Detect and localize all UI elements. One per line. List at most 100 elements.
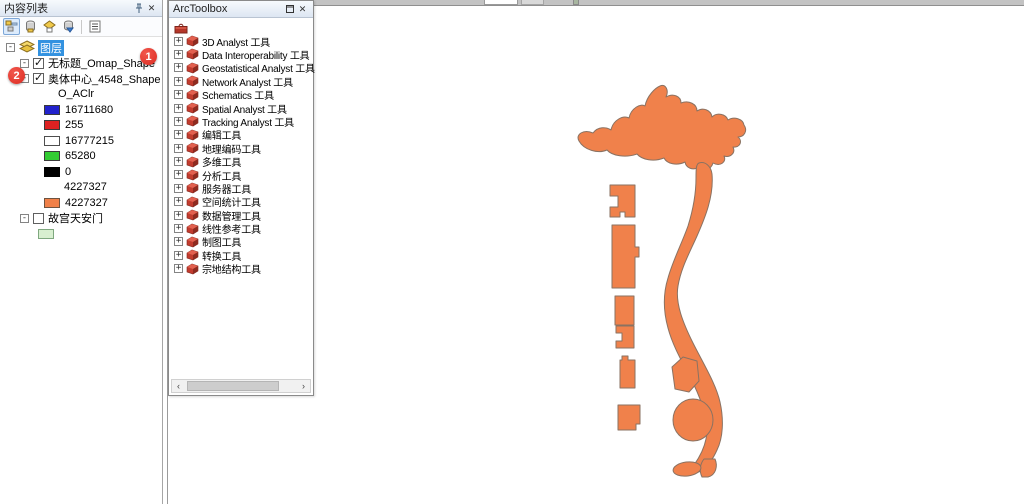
toc-label[interactable]: 图层: [38, 40, 64, 56]
legend-swatch[interactable]: [44, 105, 60, 115]
toolbox-item[interactable]: +Tracking Analyst 工具: [169, 115, 313, 128]
expander-icon[interactable]: +: [174, 170, 183, 179]
legend-swatch[interactable]: [44, 167, 60, 177]
legend-swatch[interactable]: [44, 198, 60, 208]
expander-icon[interactable]: -: [20, 59, 29, 68]
toc-label[interactable]: 16777215: [65, 135, 114, 147]
toolbar-icon-fragment[interactable]: [573, 0, 579, 5]
toolbox-item[interactable]: +Schematics 工具: [169, 88, 313, 101]
toolbar-button-fragment[interactable]: [521, 0, 544, 5]
toolbox-item[interactable]: +地理编码工具: [169, 142, 313, 155]
expander-icon[interactable]: +: [174, 130, 183, 139]
expander-icon[interactable]: +: [174, 251, 183, 260]
expander-icon[interactable]: +: [174, 37, 183, 46]
toc-row-16711680[interactable]: 16711680: [0, 102, 162, 118]
building-rect-3[interactable]: [620, 356, 635, 388]
expander-icon[interactable]: +: [174, 63, 183, 72]
legend-swatch[interactable]: [44, 136, 60, 146]
toc-row-255[interactable]: 255: [0, 118, 162, 134]
layer-checkbox[interactable]: [33, 213, 44, 224]
list-by-source-icon[interactable]: [22, 18, 39, 35]
toc-label[interactable]: 无标题_Omap_Shape: [48, 55, 155, 71]
toc-row-swatch[interactable]: [0, 226, 162, 242]
toolbox-item[interactable]: +Spatial Analyst 工具: [169, 101, 313, 114]
expander-icon[interactable]: +: [174, 224, 183, 233]
toolbox-item[interactable]: +数据管理工具: [169, 208, 313, 221]
toolbox-item[interactable]: +编辑工具: [169, 128, 313, 141]
expander-icon[interactable]: +: [174, 90, 183, 99]
toc-row-4227327[interactable]: 4227327: [0, 180, 162, 196]
toc-label[interactable]: 16711680: [65, 104, 113, 116]
scroll-thumb[interactable]: [187, 381, 279, 391]
river-hook[interactable]: [700, 459, 716, 477]
list-by-selection-icon[interactable]: [60, 18, 77, 35]
toolbox-item[interactable]: +制图工具: [169, 235, 313, 248]
toc-label[interactable]: 奥体中心_4548_Shape: [48, 71, 161, 87]
toolbox-item[interactable]: +转换工具: [169, 249, 313, 262]
expander-icon[interactable]: +: [174, 237, 183, 246]
arctoolbox-root-item[interactable]: [169, 21, 313, 34]
list-by-visibility-icon[interactable]: [41, 18, 58, 35]
horizontal-scrollbar[interactable]: ‹ ›: [171, 379, 311, 393]
expander-icon[interactable]: +: [174, 184, 183, 193]
expander-icon[interactable]: +: [174, 104, 183, 113]
toc-label[interactable]: 255: [65, 119, 83, 131]
expander-icon[interactable]: -: [20, 214, 29, 223]
toolbox-item[interactable]: +多维工具: [169, 155, 313, 168]
layer-checkbox[interactable]: [33, 73, 44, 84]
expander-icon[interactable]: +: [174, 157, 183, 166]
toolbar-combo-fragment[interactable]: [484, 0, 518, 5]
pin-icon[interactable]: [132, 2, 145, 15]
toc-row-65280[interactable]: 65280: [0, 149, 162, 165]
toolbox-item-label[interactable]: 宗地结构工具: [202, 261, 261, 276]
toc-label[interactable]: 0: [65, 166, 71, 178]
toc-label[interactable]: 65280: [65, 150, 96, 162]
toc-row-无标题_Omap_Shape[interactable]: - 无标题_Omap_Shape: [0, 56, 162, 72]
toolbox-item[interactable]: +空间统计工具: [169, 195, 313, 208]
toolbox-item[interactable]: +线性参考工具: [169, 222, 313, 235]
building-column[interactable]: [612, 225, 639, 288]
toc-row-图层[interactable]: - 图层: [0, 40, 162, 56]
toc-row-16777215[interactable]: 16777215: [0, 133, 162, 149]
stadium-circle[interactable]: [673, 399, 713, 441]
expander-icon[interactable]: -: [6, 43, 15, 52]
toolbox-item[interactable]: +Geostatistical Analyst 工具: [169, 61, 313, 74]
building-rect-notched-2[interactable]: [616, 326, 634, 348]
toc-label[interactable]: O_AClr: [58, 88, 94, 100]
toolbox-item[interactable]: +服务器工具: [169, 182, 313, 195]
toolbox-item[interactable]: +Network Analyst 工具: [169, 75, 313, 88]
close-icon[interactable]: ✕: [145, 2, 158, 15]
toolbox-item[interactable]: +分析工具: [169, 168, 313, 181]
maximize-icon[interactable]: [283, 3, 296, 16]
toc-row-0[interactable]: 0: [0, 164, 162, 180]
building-rect-notched[interactable]: [610, 185, 635, 217]
toc-row-故宫天安门[interactable]: - 故宫天安门: [0, 211, 162, 227]
scroll-left-icon[interactable]: ‹: [172, 380, 185, 392]
toc-label[interactable]: 故宫天安门: [48, 210, 103, 226]
toc-row-O_AClr[interactable]: O_AClr: [0, 87, 162, 103]
toc-label[interactable]: 4227327: [64, 181, 107, 193]
scroll-right-icon[interactable]: ›: [297, 380, 310, 392]
options-icon[interactable]: [86, 18, 103, 35]
expander-icon[interactable]: +: [174, 144, 183, 153]
forest-park-blob[interactable]: [578, 85, 746, 169]
expander-icon[interactable]: +: [174, 117, 183, 126]
toolbox-item[interactable]: +Data Interoperability 工具: [169, 48, 313, 61]
legend-swatch[interactable]: [44, 151, 60, 161]
layer-checkbox[interactable]: [33, 58, 44, 69]
expander-icon[interactable]: +: [174, 197, 183, 206]
close-icon[interactable]: ✕: [296, 3, 309, 16]
toc-label[interactable]: 4227327: [65, 197, 108, 209]
building-rect-2[interactable]: [615, 296, 634, 325]
toc-row-4227327[interactable]: 4227327: [0, 195, 162, 211]
expander-icon[interactable]: +: [174, 211, 183, 220]
pond-ellipse[interactable]: [672, 460, 701, 477]
toolbox-item[interactable]: + 宗地结构工具: [169, 262, 313, 275]
expander-icon[interactable]: +: [174, 50, 183, 59]
building-square[interactable]: [618, 405, 640, 430]
expander-icon[interactable]: +: [174, 77, 183, 86]
legend-swatch[interactable]: [38, 229, 54, 239]
expander-icon[interactable]: +: [174, 264, 183, 273]
toolbox-item[interactable]: +3D Analyst 工具: [169, 34, 313, 47]
legend-swatch[interactable]: [44, 120, 60, 130]
